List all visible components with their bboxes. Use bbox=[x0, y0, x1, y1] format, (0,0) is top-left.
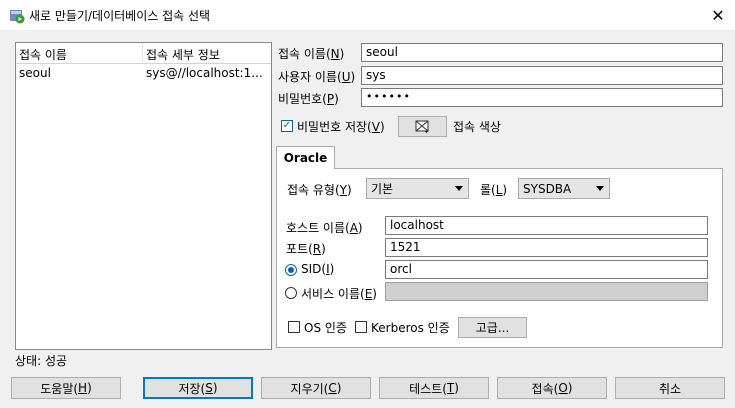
os-auth-checkbox[interactable] bbox=[288, 321, 300, 333]
connection-name-input[interactable]: seoul bbox=[361, 43, 723, 62]
column-header-connection-name[interactable]: 접속 이름 bbox=[19, 46, 67, 63]
username-input[interactable]: sys bbox=[361, 66, 723, 85]
sid-label: SID(I) bbox=[301, 262, 335, 276]
port-label: 포트(R) bbox=[286, 242, 326, 256]
tab-oracle[interactable]: Oracle bbox=[276, 146, 335, 169]
role-label: 롤(L) bbox=[480, 183, 508, 197]
sid-input[interactable]: orcl bbox=[385, 260, 708, 279]
username-label: 사용자 이름(U) bbox=[278, 70, 356, 84]
connection-name-cell: seoul bbox=[19, 66, 51, 80]
status-text: 상태: 성공 bbox=[15, 354, 68, 368]
port-input[interactable]: 1521 bbox=[385, 238, 708, 257]
role-value: SYSDBA bbox=[523, 181, 572, 196]
sql-developer-app-icon bbox=[9, 8, 25, 24]
password-label: 비밀번호(P) bbox=[278, 92, 339, 106]
connection-list-header: 접속 이름 접속 세부 정보 bbox=[16, 43, 271, 64]
hostname-input[interactable]: localhost bbox=[385, 216, 708, 235]
service-name-radio[interactable] bbox=[285, 287, 297, 299]
color-picker-icon bbox=[415, 120, 429, 133]
chevron-down-icon bbox=[596, 186, 604, 191]
connection-color-button[interactable] bbox=[398, 116, 447, 137]
connection-type-label: 접속 유형(Y) bbox=[287, 183, 352, 197]
close-icon[interactable]: ✕ bbox=[705, 2, 731, 28]
help-button[interactable]: 도움말(H) bbox=[11, 377, 121, 399]
window-title: 새로 만들기/데이터베이스 접속 선택 bbox=[29, 9, 211, 23]
column-header-connection-details[interactable]: 접속 세부 정보 bbox=[146, 46, 220, 63]
list-item[interactable]: seoul sys@//localhost:1... bbox=[16, 64, 271, 82]
role-select[interactable]: SYSDBA bbox=[518, 178, 610, 199]
advanced-button[interactable]: 고급... bbox=[458, 317, 527, 338]
connect-button[interactable]: 접속(O) bbox=[497, 377, 607, 399]
save-password-checkbox[interactable]: ✓ bbox=[281, 120, 293, 132]
connection-details-cell: sys@//localhost:1... bbox=[146, 66, 263, 80]
clear-button[interactable]: 지우기(C) bbox=[261, 377, 371, 399]
column-divider bbox=[142, 43, 143, 63]
connection-color-label: 접속 색상 bbox=[453, 120, 501, 134]
connection-list[interactable]: 접속 이름 접속 세부 정보 seoul sys@//localhost:1..… bbox=[15, 42, 272, 350]
connection-type-value: 기본 bbox=[371, 182, 394, 196]
os-auth-label: OS 인증 bbox=[304, 321, 347, 335]
service-name-input[interactable] bbox=[385, 282, 708, 301]
cancel-button[interactable]: 취소 bbox=[615, 377, 725, 399]
kerberos-auth-label: Kerberos 인증 bbox=[371, 321, 450, 335]
service-name-label: 서비스 이름(E) bbox=[301, 287, 377, 301]
save-button[interactable]: 저장(S) bbox=[143, 377, 253, 399]
hostname-label: 호스트 이름(A) bbox=[286, 221, 363, 235]
save-password-label: 비밀번호 저장(V) bbox=[297, 120, 385, 134]
test-button[interactable]: 테스트(T) bbox=[379, 377, 489, 399]
connection-name-label: 접속 이름(N) bbox=[278, 47, 345, 61]
connection-type-select[interactable]: 기본 bbox=[366, 178, 469, 199]
chevron-down-icon bbox=[455, 186, 463, 191]
password-input[interactable]: •••••• bbox=[361, 88, 723, 107]
sid-radio[interactable] bbox=[285, 264, 297, 276]
kerberos-auth-checkbox[interactable] bbox=[355, 321, 367, 333]
